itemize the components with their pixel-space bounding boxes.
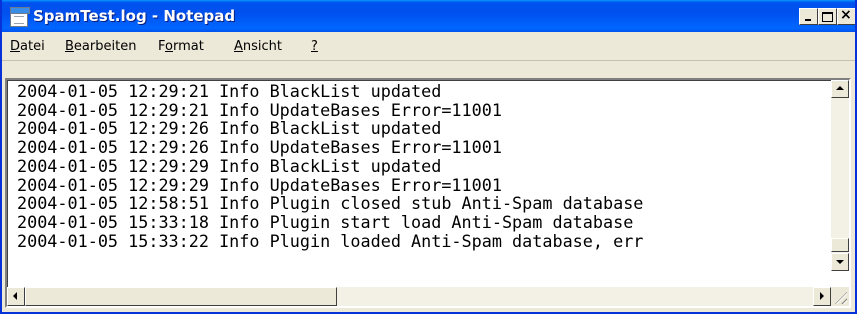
text-line: 2004-01-05 15:33:18 Info Plugin start lo… bbox=[17, 211, 634, 232]
text-line: 2004-01-05 12:29:26 Info UpdateBases Err… bbox=[17, 137, 502, 158]
maximize-button[interactable] bbox=[818, 8, 837, 25]
close-button[interactable]: × bbox=[837, 7, 855, 25]
menu-bearbeiten[interactable]: Bearbeiten bbox=[65, 39, 136, 54]
arrow-down-icon bbox=[836, 260, 844, 264]
menu-bar: Datei Bearbeiten Format Ansicht ? bbox=[2, 32, 855, 61]
menu-help[interactable]: ? bbox=[311, 39, 318, 54]
text-line: 2004-01-05 12:29:21 Info UpdateBases Err… bbox=[17, 99, 502, 120]
scroll-right-button[interactable] bbox=[813, 287, 831, 306]
text-line: 2004-01-05 15:33:22 Info Plugin loaded A… bbox=[17, 230, 644, 251]
close-icon: × bbox=[840, 7, 852, 23]
vertical-scrollbar[interactable] bbox=[831, 80, 849, 271]
text-line: 2004-01-05 12:58:51 Info Plugin closed s… bbox=[17, 193, 644, 214]
arrow-right-icon bbox=[820, 292, 824, 300]
menu-format[interactable]: Format bbox=[158, 39, 204, 54]
arrow-left-icon bbox=[13, 292, 17, 300]
minimize-button[interactable] bbox=[799, 8, 818, 25]
text-content[interactable]: 2004-01-05 12:29:21 Info BlackList updat… bbox=[17, 82, 832, 272]
text-line: 2004-01-05 12:29:21 Info BlackList updat… bbox=[17, 82, 442, 101]
text-editor[interactable]: 2004-01-05 12:29:21 Info BlackList updat… bbox=[5, 78, 851, 308]
minimize-icon bbox=[805, 19, 811, 21]
scroll-left-button[interactable] bbox=[7, 287, 25, 306]
text-line: 2004-01-05 12:29:29 Info UpdateBases Err… bbox=[17, 174, 502, 195]
title-bar[interactable]: SpamTest.log - Notepad × bbox=[2, 0, 855, 32]
arrow-up-icon bbox=[836, 86, 844, 90]
resize-grip-icon[interactable] bbox=[831, 287, 849, 306]
maximize-icon bbox=[822, 12, 833, 22]
window-title: SpamTest.log - Notepad bbox=[33, 7, 236, 25]
scroll-up-button[interactable] bbox=[831, 80, 849, 98]
horizontal-scroll-thumb[interactable] bbox=[25, 287, 337, 306]
horizontal-scrollbar[interactable] bbox=[7, 287, 831, 306]
scroll-down-button[interactable] bbox=[831, 253, 849, 271]
text-line: 2004-01-05 12:29:29 Info BlackList updat… bbox=[17, 155, 442, 176]
menu-ansicht[interactable]: Ansicht bbox=[234, 39, 282, 54]
text-line: 2004-01-05 12:29:26 Info BlackList updat… bbox=[17, 118, 442, 139]
notepad-icon[interactable] bbox=[10, 7, 30, 27]
notepad-window: SpamTest.log - Notepad × Datei Bearbeite… bbox=[0, 0, 857, 314]
menu-datei[interactable]: Datei bbox=[10, 39, 45, 54]
vertical-scroll-thumb[interactable] bbox=[831, 238, 849, 252]
